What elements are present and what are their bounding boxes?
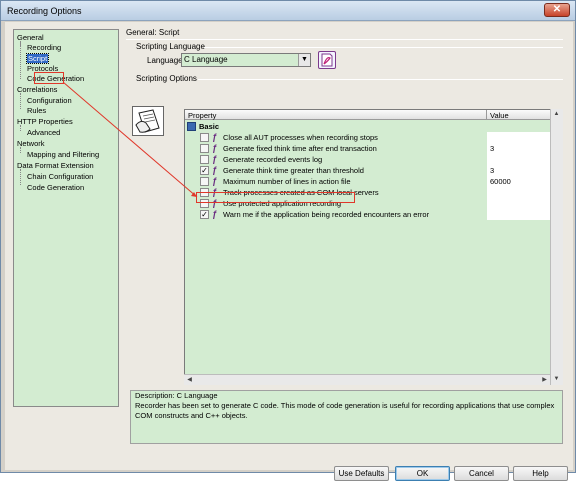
column-divider[interactable]	[486, 110, 487, 120]
description-text: Recorder has been set to generate C code…	[135, 401, 555, 420]
use-defaults-button[interactable]: Use Defaults	[334, 466, 389, 481]
tree-item-chain-configuration[interactable]: Chain Configuration	[27, 171, 93, 182]
help-button[interactable]: Help	[513, 466, 568, 481]
quill-icon: ƒ	[212, 143, 218, 153]
language-select[interactable]: C Language ▼	[181, 53, 311, 67]
hand-document-icon	[132, 106, 164, 136]
divider	[204, 47, 563, 48]
scroll-right-icon[interactable]: ▶	[539, 375, 550, 385]
scripting-options-label: Scripting Options	[136, 74, 197, 83]
grid-header: Property Value	[185, 110, 562, 120]
table-row[interactable]: ✓ ƒ Generate think time greater than thr…	[185, 165, 562, 176]
vertical-scrollbar[interactable]: ▲ ▼	[550, 109, 563, 385]
horizontal-scrollbar[interactable]: ◀ ▶	[184, 374, 550, 385]
tree-item-network[interactable]: Network	[17, 138, 45, 149]
tree-item-correlations[interactable]: Correlations	[17, 84, 57, 95]
checkbox[interactable]: ✓	[200, 166, 209, 175]
recording-options-window: Recording Options ✕ General Recording Sc…	[0, 0, 576, 481]
column-value[interactable]: Value	[490, 111, 509, 120]
tree-item-advanced[interactable]: Advanced	[27, 127, 60, 138]
divider	[198, 79, 563, 80]
table-row[interactable]: ƒ Close all AUT processes when recording…	[185, 132, 562, 143]
scroll-left-icon[interactable]: ◀	[184, 375, 195, 385]
close-button[interactable]: ✕	[544, 3, 570, 17]
quill-icon: ƒ	[212, 209, 218, 219]
tree-item-recording[interactable]: Recording	[27, 42, 61, 53]
cancel-button[interactable]: Cancel	[454, 466, 509, 481]
checkbox[interactable]	[200, 133, 209, 142]
options-grid: Property Value Basic ƒ Close all AUT pro…	[184, 109, 563, 385]
checkbox[interactable]	[200, 144, 209, 153]
window-title: Recording Options	[7, 6, 82, 16]
table-row[interactable]: ✓ ƒ Warn me if the application being rec…	[185, 209, 562, 220]
tree-line	[20, 169, 21, 185]
description-panel: Description: C Language Recorder has bee…	[130, 390, 563, 444]
ok-button[interactable]: OK	[395, 466, 450, 481]
checkbox[interactable]: ✓	[200, 210, 209, 219]
tree-item-mapping-filtering[interactable]: Mapping and Filtering	[27, 149, 99, 160]
scripting-language-label: Scripting Language	[136, 42, 205, 51]
tree-line	[20, 41, 21, 79]
tree-item-rules[interactable]: Rules	[27, 105, 46, 116]
tree-item-code-generation-2[interactable]: Code Generation	[27, 182, 84, 193]
scroll-up-icon[interactable]: ▲	[551, 109, 562, 119]
section-title: General: Script	[126, 28, 180, 37]
column-property[interactable]: Property	[188, 111, 216, 120]
language-field-label: Language:	[147, 56, 185, 65]
title-bar: Recording Options ✕	[1, 1, 575, 21]
quill-icon: ƒ	[212, 165, 218, 175]
chevron-down-icon[interactable]: ▼	[298, 54, 310, 66]
table-row[interactable]: ƒ Generate fixed think time after end tr…	[185, 143, 562, 154]
language-value: C Language	[184, 55, 228, 64]
tree-line	[20, 93, 21, 109]
description-title: Description: C Language	[135, 391, 218, 400]
tree-item-data-format-extension[interactable]: Data Format Extension	[17, 160, 94, 171]
quill-icon: ƒ	[212, 176, 218, 186]
annotation-box-script	[34, 72, 64, 84]
table-row[interactable]: ƒ Maximum number of lines in action file…	[185, 176, 562, 187]
script-editor-icon[interactable]	[318, 51, 336, 69]
grid-section-basic[interactable]: Basic	[185, 121, 562, 132]
quill-icon: ƒ	[212, 132, 218, 142]
options-tree: General Recording Script Protocols Code …	[13, 29, 119, 407]
category-icon	[187, 122, 196, 131]
checkbox[interactable]	[200, 155, 209, 164]
annotation-box-track-processes	[196, 192, 355, 203]
tree-item-http-properties[interactable]: HTTP Properties	[17, 116, 73, 127]
table-row[interactable]: ƒ Generate recorded events log	[185, 154, 562, 165]
dialog-client: General Recording Script Protocols Code …	[5, 22, 573, 481]
checkbox[interactable]	[200, 177, 209, 186]
quill-icon: ƒ	[212, 154, 218, 164]
divider	[126, 39, 563, 40]
scroll-down-icon[interactable]: ▼	[551, 374, 562, 384]
